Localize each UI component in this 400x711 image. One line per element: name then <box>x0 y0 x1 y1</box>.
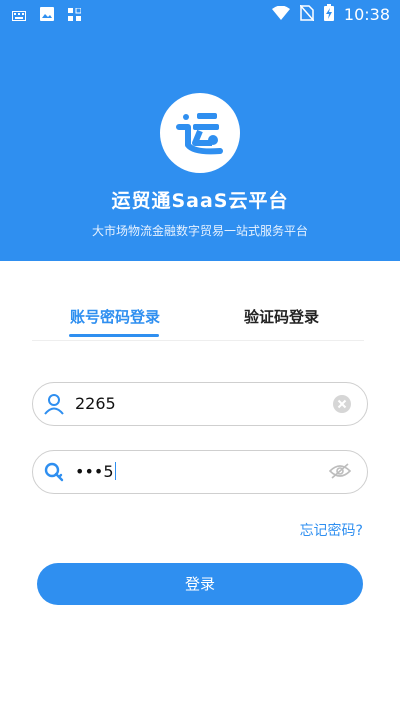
password-mask: ••• <box>75 462 104 481</box>
username-field[interactable]: 2265 <box>32 382 368 426</box>
app-subtitle: 大市场物流金融数字贸易一站式服务平台 <box>91 224 308 238</box>
clock-time: 10:38 <box>343 5 390 24</box>
forgot-password-link[interactable]: 忘记密码? <box>300 520 363 540</box>
app-logo <box>160 93 240 173</box>
tab-password-login[interactable]: 账号密码登录 <box>70 306 160 327</box>
no-sim-icon <box>299 4 315 25</box>
user-icon <box>43 393 65 415</box>
username-value: 2265 <box>75 394 116 413</box>
login-tabs: 账号密码登录 验证码登录 <box>32 300 364 341</box>
password-last-char: 5 <box>103 462 114 481</box>
app-logo-mark <box>176 113 223 155</box>
wifi-icon <box>271 5 290 24</box>
password-field[interactable]: •••5 <box>32 450 368 494</box>
battery-charging-icon <box>323 4 334 25</box>
text-caret <box>114 462 116 480</box>
password-value: •••5 <box>75 462 116 481</box>
login-button[interactable]: 登录 <box>37 563 363 605</box>
eye-hidden-icon[interactable] <box>328 463 352 483</box>
clear-icon[interactable] <box>333 395 351 417</box>
key-icon <box>43 461 65 483</box>
grid-icon <box>68 6 82 25</box>
active-tab-indicator <box>69 334 159 337</box>
keyboard-icon <box>12 6 26 25</box>
status-bar: 10:38 <box>0 0 400 28</box>
tab-code-login[interactable]: 验证码登录 <box>244 306 319 327</box>
image-icon <box>40 6 54 25</box>
app-title: 运贸通SaaS云平台 <box>111 190 289 212</box>
header-banner: 10:38 运贸通SaaS云平台 大市场物流金融数字贸易一站式服务平台 <box>0 0 400 261</box>
